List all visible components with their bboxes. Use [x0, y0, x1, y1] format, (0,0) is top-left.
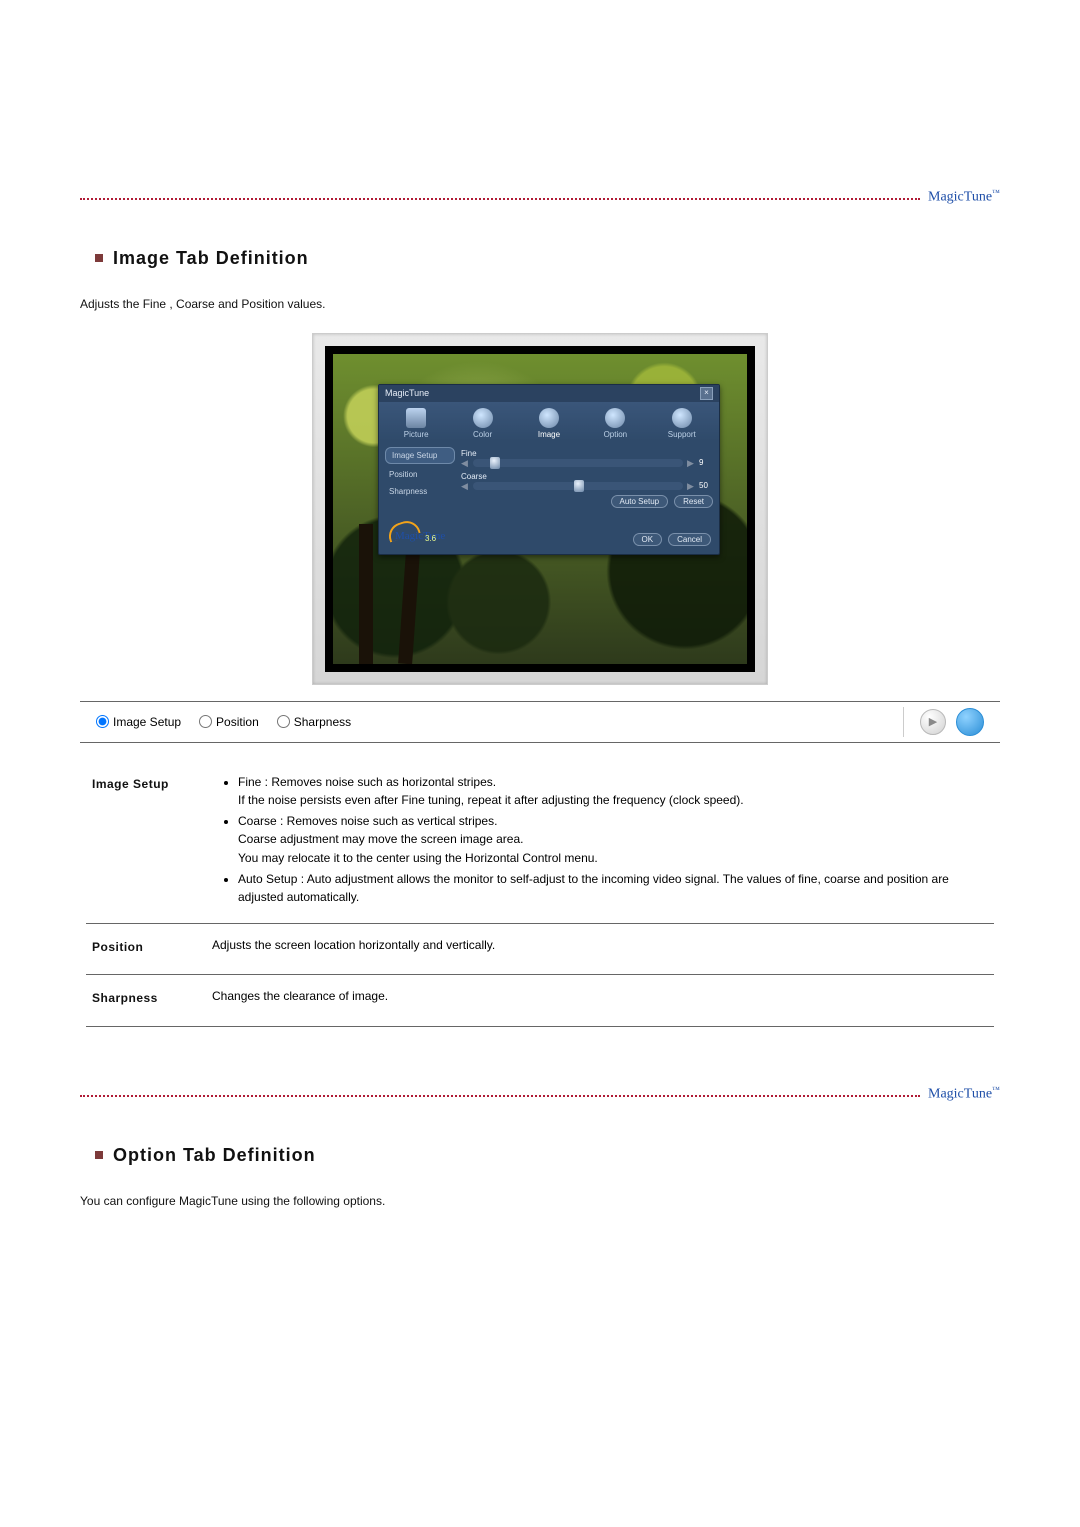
- def-label: Position: [86, 936, 212, 961]
- coarse-slider[interactable]: ◀ ▶ 50: [461, 481, 713, 491]
- arrow-left-icon[interactable]: ◀: [461, 458, 469, 468]
- monitor-screen: SAMSUNG everyone's invited MagicTune × P…: [325, 346, 755, 672]
- support-icon: [672, 408, 692, 428]
- side-sharpness[interactable]: Sharpness: [385, 485, 455, 498]
- coarse-label: Coarse: [461, 472, 713, 481]
- side-menu: Image Setup Position Sharpness: [385, 447, 455, 508]
- dotted-rule: [80, 198, 920, 200]
- radio-sharpness[interactable]: Sharpness: [277, 715, 351, 729]
- slider-track[interactable]: [473, 482, 683, 490]
- dotted-rule: [80, 1095, 920, 1097]
- fine-slider[interactable]: ◀ ▶ 9: [461, 458, 713, 468]
- magictune-logo: MagicTune 3.6: [387, 522, 447, 546]
- def-position: Position Adjusts the screen location hor…: [86, 924, 994, 976]
- radio-input[interactable]: [199, 715, 212, 728]
- settings-panel: Fine ◀ ▶ 9 Coarse ◀: [461, 447, 713, 508]
- magictune-logo-small: MagicTune: [928, 1085, 1000, 1103]
- arrow-left-icon[interactable]: ◀: [461, 481, 469, 491]
- side-position[interactable]: Position: [385, 468, 455, 481]
- magictune-logo-small: MagicTune: [928, 188, 1000, 206]
- window-title: MagicTune: [385, 388, 429, 398]
- tab-color[interactable]: Color: [456, 408, 510, 439]
- arrow-right-icon[interactable]: ▶: [687, 458, 695, 468]
- palette-icon: [473, 408, 493, 428]
- side-image-setup[interactable]: Image Setup: [385, 447, 455, 464]
- reset-button[interactable]: Reset: [674, 495, 713, 508]
- option-tab-intro: You can configure MagicTune using the fo…: [80, 1194, 1000, 1208]
- radio-position[interactable]: Position: [199, 715, 259, 729]
- tab-picture[interactable]: Picture: [389, 408, 443, 439]
- cancel-button[interactable]: Cancel: [668, 533, 711, 546]
- tab-strip: Picture Color Image Option: [379, 402, 719, 441]
- desktop-wallpaper: SAMSUNG everyone's invited MagicTune × P…: [333, 354, 747, 664]
- image-tab-intro: Adjusts the Fine , Coarse and Position v…: [80, 297, 1000, 311]
- slider-thumb[interactable]: [574, 480, 584, 492]
- bullet-icon: [95, 1151, 103, 1159]
- fine-value: 9: [699, 458, 713, 467]
- definitions-table: Image Setup Fine : Removes noise such as…: [86, 773, 994, 1027]
- radio-input[interactable]: [277, 715, 290, 728]
- auto-setup-button[interactable]: Auto Setup: [611, 495, 669, 508]
- gear-icon: [605, 408, 625, 428]
- magictune-window: MagicTune × Picture Color: [378, 384, 720, 555]
- def-label: Image Setup: [86, 773, 212, 909]
- ok-button[interactable]: OK: [633, 533, 663, 546]
- radio-row: Image Setup Position Sharpness ▶: [80, 701, 1000, 743]
- monitor-bezel: SAMSUNG everyone's invited MagicTune × P…: [312, 333, 768, 685]
- slider-thumb[interactable]: [490, 457, 500, 469]
- option-tab-heading: Option Tab Definition: [95, 1145, 1000, 1166]
- monitor-icon: [406, 408, 426, 428]
- tab-option[interactable]: Option: [588, 408, 642, 439]
- tab-image[interactable]: Image: [522, 408, 576, 439]
- def-image-setup: Image Setup Fine : Removes noise such as…: [86, 773, 994, 924]
- separator-row: MagicTune: [80, 1087, 1000, 1105]
- radio-input[interactable]: [96, 715, 109, 728]
- window-titlebar: MagicTune ×: [379, 385, 719, 402]
- image-tab-heading: Image Tab Definition: [95, 248, 1000, 269]
- globe-icon: [539, 408, 559, 428]
- def-label: Sharpness: [86, 987, 212, 1012]
- separator-row: MagicTune: [80, 190, 1000, 208]
- arrow-right-icon[interactable]: ▶: [687, 481, 695, 491]
- def-sharpness: Sharpness Changes the clearance of image…: [86, 975, 994, 1027]
- image-tab-heading-text: Image Tab Definition: [113, 248, 309, 269]
- coarse-value: 50: [699, 481, 713, 490]
- bullet-icon: [95, 254, 103, 262]
- play-button[interactable]: ▶: [920, 709, 946, 735]
- option-tab-heading-text: Option Tab Definition: [113, 1145, 316, 1166]
- radio-image-setup[interactable]: Image Setup: [96, 715, 181, 729]
- tab-support[interactable]: Support: [655, 408, 709, 439]
- close-button[interactable]: ×: [700, 387, 713, 400]
- slider-track[interactable]: [473, 459, 683, 467]
- info-button[interactable]: [956, 708, 984, 736]
